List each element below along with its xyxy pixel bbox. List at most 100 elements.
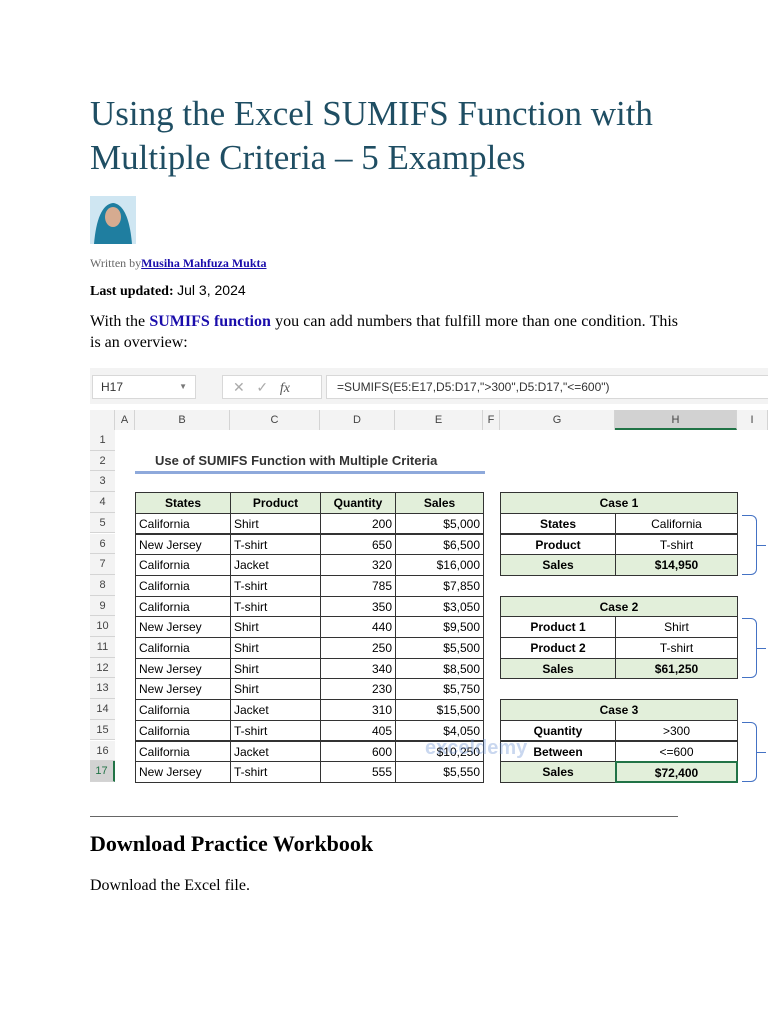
table-cell: Shirt: [230, 637, 321, 659]
last-updated-label: Last updated:: [90, 284, 174, 299]
row-header-7: 7: [90, 554, 115, 575]
formula-input: =SUMIFS(E5:E17,D5:D17,">300",D5:D17,"<=6…: [326, 375, 768, 399]
name-box-value: H17: [101, 380, 124, 394]
table-cell: New Jersey: [135, 616, 231, 638]
case-title: Case 2: [500, 595, 738, 618]
table-cell: $9,500: [395, 616, 484, 638]
bracket-icon: [742, 721, 766, 782]
table-cell: $5,750: [395, 678, 484, 701]
select-all-corner: [90, 410, 115, 430]
watermark-logo: exceldemy: [425, 736, 528, 759]
table-cell: 405: [320, 719, 396, 742]
case-label: Product 2: [500, 637, 616, 659]
column-header-D: D: [320, 410, 395, 430]
row-header-13: 13: [90, 678, 115, 700]
table-cell: California: [135, 512, 231, 535]
case-label: Product 1: [500, 616, 616, 638]
table-cell: 310: [320, 699, 396, 721]
cancel-icon: ✕: [233, 379, 245, 395]
row-header-3: 3: [90, 471, 115, 493]
column-header-F: F: [483, 410, 500, 430]
row-header-17: 17: [90, 761, 115, 782]
table-cell: 340: [320, 657, 396, 680]
author-link[interactable]: Musiha Mahfuza Mukta: [141, 256, 266, 270]
case-value: Shirt: [615, 616, 738, 638]
table-cell: 600: [320, 740, 396, 763]
table-cell: T-shirt: [230, 595, 321, 618]
column-header-C: C: [230, 410, 320, 430]
case-value: >300: [615, 719, 738, 742]
column-header-E: E: [395, 410, 483, 430]
case-value: T-shirt: [615, 533, 738, 556]
byline-prefix: Written by: [90, 256, 142, 270]
table-header: Product: [230, 492, 321, 514]
table-cell: California: [135, 699, 231, 721]
column-header-A: A: [115, 410, 135, 430]
row-header-2: 2: [90, 450, 115, 472]
table-cell: New Jersey: [135, 657, 231, 680]
row-header-8: 8: [90, 574, 115, 596]
row-header-15: 15: [90, 719, 115, 741]
table-cell: California: [135, 637, 231, 659]
chevron-down-icon: ▼: [179, 382, 187, 391]
case-title: Case 1: [500, 492, 738, 514]
fx-icon: fx: [279, 381, 290, 396]
formula-bar: H17 ▼ ✕ ✓ fx =SUMIFS(E5:E17,D5:D17,">300"…: [90, 368, 768, 404]
sumifs-link[interactable]: SUMIFS function: [149, 313, 271, 330]
table-cell: Shirt: [230, 512, 321, 535]
table-cell: 555: [320, 761, 396, 783]
table-cell: Jacket: [230, 699, 321, 721]
table-cell: $5,500: [395, 637, 484, 659]
name-box: H17 ▼: [92, 375, 196, 399]
formula-buttons: ✕ ✓ fx: [222, 375, 322, 399]
table-header: Quantity: [320, 492, 396, 514]
row-header-12: 12: [90, 657, 115, 679]
row-header-14: 14: [90, 699, 115, 720]
download-heading: Download Practice Workbook: [90, 831, 374, 856]
column-header-H: H: [615, 410, 737, 430]
last-updated-date: Jul 3, 2024: [177, 282, 246, 298]
case-label: Product: [500, 533, 616, 556]
case-value: California: [615, 512, 738, 535]
table-cell: New Jersey: [135, 678, 231, 701]
table-cell: $15,500: [395, 699, 484, 721]
table-cell: T-shirt: [230, 719, 321, 742]
table-cell: 440: [320, 616, 396, 638]
row-header-11: 11: [90, 637, 115, 658]
table-cell: T-shirt: [230, 533, 321, 556]
case-label: States: [500, 512, 616, 535]
table-cell: 650: [320, 533, 396, 556]
case-value: <=600: [615, 740, 738, 763]
case-value: T-shirt: [615, 637, 738, 659]
divider: [90, 816, 678, 817]
table-cell: Shirt: [230, 657, 321, 680]
column-header-B: B: [135, 410, 230, 430]
table-cell: California: [135, 574, 231, 597]
column-header-I: I: [737, 410, 768, 430]
bracket-icon: [742, 618, 766, 679]
table-cell: $3,050: [395, 595, 484, 618]
table-cell: $7,850: [395, 574, 484, 597]
table-header: States: [135, 492, 231, 514]
table-cell: California: [135, 595, 231, 618]
bracket-icon: [742, 514, 766, 575]
case-label: Sales: [500, 657, 616, 680]
column-header-G: G: [500, 410, 615, 430]
table-cell: 230: [320, 678, 396, 701]
row-header-1: 1: [90, 430, 115, 451]
intro-paragraph: With the SUMIFS function you can add num…: [90, 311, 678, 353]
table-cell: $6,500: [395, 533, 484, 556]
download-text: Download the Excel file.: [90, 877, 250, 894]
table-cell: $5,550: [395, 761, 484, 783]
table-cell: Jacket: [230, 740, 321, 763]
table-cell: New Jersey: [135, 533, 231, 556]
last-updated: Last updated: Jul 3, 2024: [90, 282, 246, 300]
table-cell: 250: [320, 637, 396, 659]
table-header: Sales: [395, 492, 484, 514]
row-header-9: 9: [90, 595, 115, 617]
case-value: $61,250: [615, 657, 738, 680]
active-cell: $72,400: [615, 761, 738, 783]
case-value: $14,950: [615, 554, 738, 576]
table-cell: Shirt: [230, 616, 321, 638]
row-header-10: 10: [90, 616, 115, 637]
